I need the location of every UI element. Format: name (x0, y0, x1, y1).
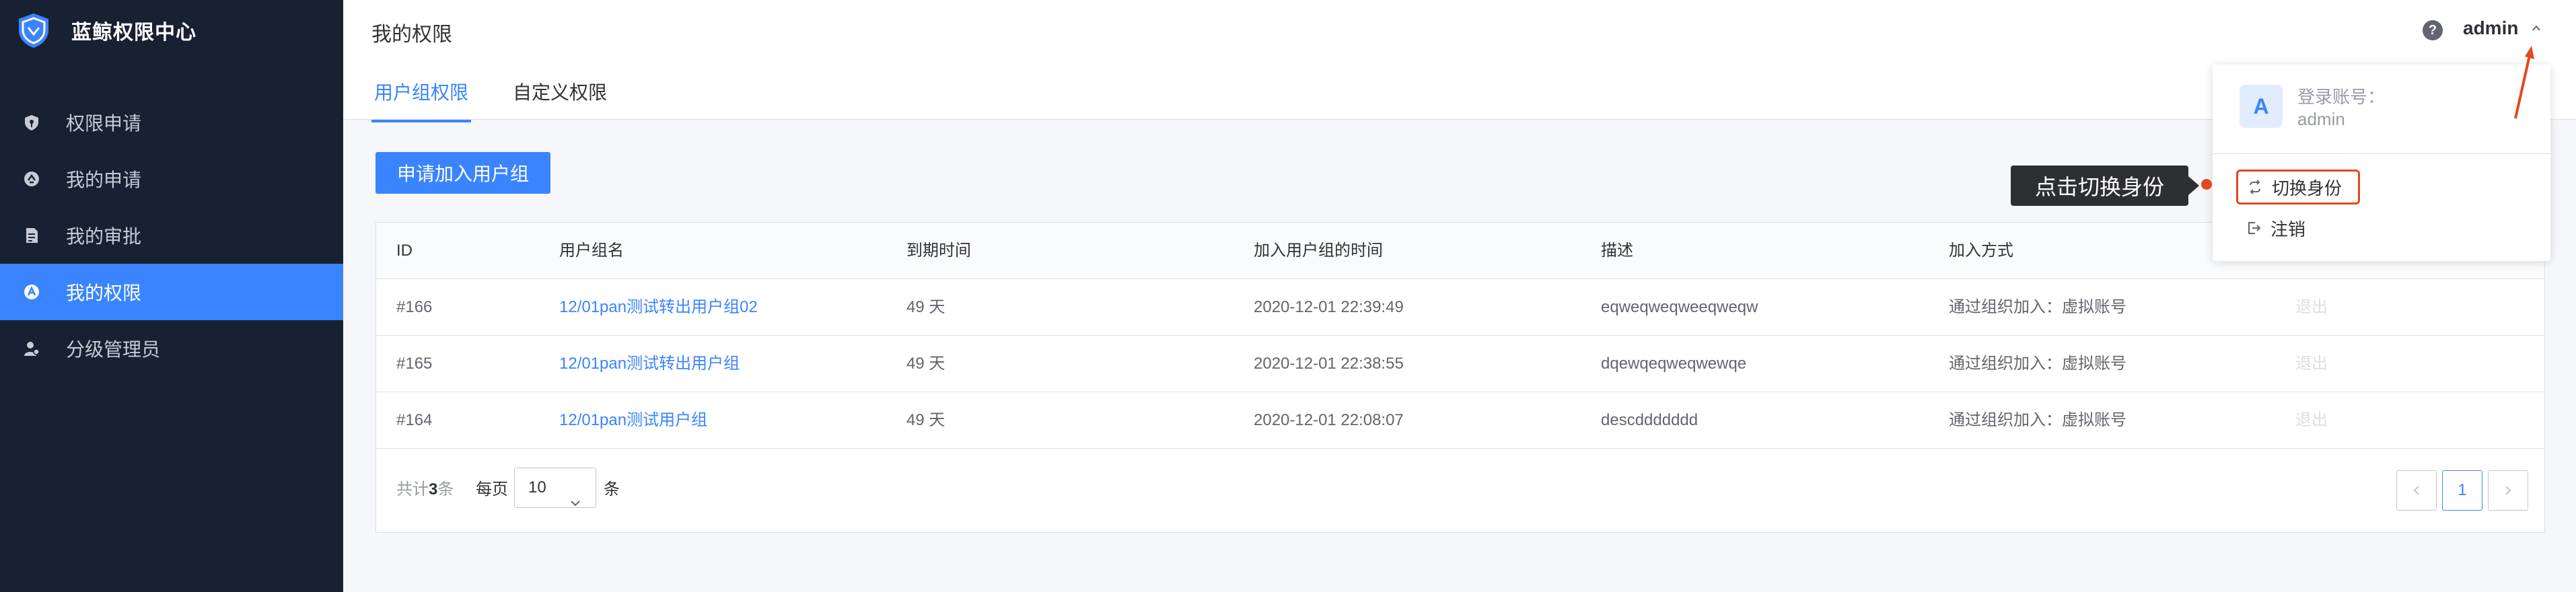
sidebar-item-my-approvals[interactable]: 我的审批 (0, 207, 343, 264)
total-count: 共计3条 (396, 476, 454, 499)
page-size-value: 10 (528, 478, 546, 496)
logout-menu-item[interactable]: 注销 (2246, 213, 2305, 244)
tooltip-arrow (2188, 176, 2199, 195)
shield-key-icon (23, 114, 40, 131)
annotation-arrow-icon (2514, 46, 2534, 119)
group-name-link[interactable]: 12/01pan测试转出用户组02 (559, 279, 758, 336)
switch-icon (2250, 180, 2260, 194)
total-number: 3 (429, 480, 438, 498)
account-label: 登录账号： (2297, 87, 2386, 107)
sidebar-item-permission-apply[interactable]: 权限申请 (0, 94, 343, 151)
row-join-method: 通过组织加入：虚拟账号 (1949, 355, 2126, 373)
exit-group-button[interactable]: 退出 (2295, 279, 2328, 336)
row-id: #164 (396, 411, 433, 429)
annotation-dot (2201, 179, 2212, 190)
brand-shield-logo-icon (15, 11, 52, 49)
sidebar: 蓝鲸权限中心 权限申请 我的申请 我的审批 我的权限 分级管理员 (0, 0, 343, 592)
exit-group-button[interactable]: 退出 (2295, 336, 2328, 392)
row-description: eqweqweqweeqweqw (1601, 298, 1758, 316)
tab-bar: 用户组权限 自定义权限 (371, 74, 649, 122)
row-join-method: 通过组织加入：虚拟账号 (1949, 411, 2126, 429)
row-description: dqewqeqweqwewqe (1601, 355, 1747, 373)
row-id: #166 (396, 298, 433, 316)
permission-icon (23, 283, 40, 301)
row-joined-time: 2020-12-01 22:08:07 (1254, 411, 1404, 429)
row-description: descddddddd (1601, 411, 1698, 429)
column-header-join-method: 加入方式 (1949, 242, 2013, 260)
chevron-up-icon[interactable] (2531, 23, 2542, 34)
tab-user-group-permissions[interactable]: 用户组权限 (371, 74, 472, 122)
chevron-left-icon (2413, 486, 2419, 495)
total-prefix: 共计 (396, 480, 429, 498)
switch-identity-label: 切换身份 (2272, 178, 2342, 198)
divider (2213, 153, 2550, 154)
next-page-button[interactable] (2488, 470, 2528, 511)
row-expire: 49 天 (906, 355, 945, 373)
row-joined-time: 2020-12-01 22:38:55 (1254, 355, 1404, 373)
table-row: #166 12/01pan测试转出用户组02 49 天 2020-12-01 2… (376, 279, 2544, 336)
sidebar-item-grade-admin[interactable]: 分级管理员 (0, 320, 343, 377)
per-page-unit: 条 (604, 480, 620, 498)
admin-icon (23, 340, 40, 357)
sidebar-nav: 权限申请 我的申请 我的审批 我的权限 分级管理员 (0, 94, 343, 377)
app-title: 蓝鲸权限中心 (71, 22, 196, 44)
account-name: admin (2297, 109, 2345, 129)
annotation-tooltip: 点击切换身份 (2011, 165, 2188, 206)
user-dropdown-menu: A 登录账号： admin 切换身份 注销 (2213, 65, 2550, 261)
tab-custom-permissions[interactable]: 自定义权限 (510, 74, 610, 122)
switch-identity-menu-item[interactable]: 切换身份 (2236, 170, 2360, 205)
group-name-link[interactable]: 12/01pan测试用户组 (559, 392, 707, 449)
sidebar-item-label: 我的权限 (66, 283, 142, 303)
sidebar-item-my-permissions[interactable]: 我的权限 (0, 264, 343, 320)
logout-label: 注销 (2270, 219, 2306, 239)
page-button-current[interactable]: 1 (2442, 470, 2482, 511)
column-header-expire: 到期时间 (906, 242, 971, 260)
chevron-down-icon (570, 483, 581, 507)
apply-join-group-button[interactable]: 申请加入用户组 (375, 152, 550, 194)
column-header-id: ID (396, 242, 413, 260)
row-expire: 49 天 (906, 298, 945, 316)
column-header-joined-time: 加入用户组的时间 (1254, 242, 1383, 260)
group-name-link[interactable]: 12/01pan测试转出用户组 (559, 336, 740, 392)
sidebar-item-label: 我的审批 (66, 226, 142, 247)
page-size-select[interactable]: 10 (514, 468, 596, 508)
sidebar-item-my-applications[interactable]: 我的申请 (0, 151, 343, 207)
user-menu-trigger[interactable]: admin (2463, 17, 2518, 39)
sidebar-item-label: 分级管理员 (66, 339, 161, 360)
column-header-description: 描述 (1601, 242, 1633, 260)
table-row: #165 12/01pan测试转出用户组 49 天 2020-12-01 22:… (376, 336, 2544, 392)
exit-group-button[interactable]: 退出 (2295, 392, 2328, 449)
per-page-label: 每页 (476, 480, 508, 498)
row-joined-time: 2020-12-01 22:39:49 (1254, 298, 1404, 316)
document-icon (23, 227, 40, 244)
row-join-method: 通过组织加入：虚拟账号 (1949, 298, 2126, 316)
page-title: 我的权限 (371, 24, 452, 46)
logout-icon (2248, 222, 2261, 234)
table-row: #164 12/01pan测试用户组 49 天 2020-12-01 22:08… (376, 392, 2544, 449)
brand: 蓝鲸权限中心 (0, 0, 343, 61)
help-icon[interactable]: ? (2423, 20, 2443, 40)
permission-table: ID 用户组名 到期时间 加入用户组的时间 描述 加入方式 #166 12/01… (375, 222, 2545, 533)
sidebar-item-label: 我的申请 (66, 170, 142, 190)
sidebar-item-label: 权限申请 (66, 113, 142, 134)
total-suffix: 条 (437, 480, 454, 498)
row-id: #165 (396, 355, 433, 373)
column-header-group-name: 用户组名 (559, 242, 624, 260)
row-expire: 49 天 (906, 411, 945, 429)
chevron-right-icon (2505, 486, 2511, 495)
prev-page-button[interactable] (2396, 470, 2437, 511)
avatar: A (2240, 85, 2283, 128)
apply-icon (23, 170, 40, 188)
